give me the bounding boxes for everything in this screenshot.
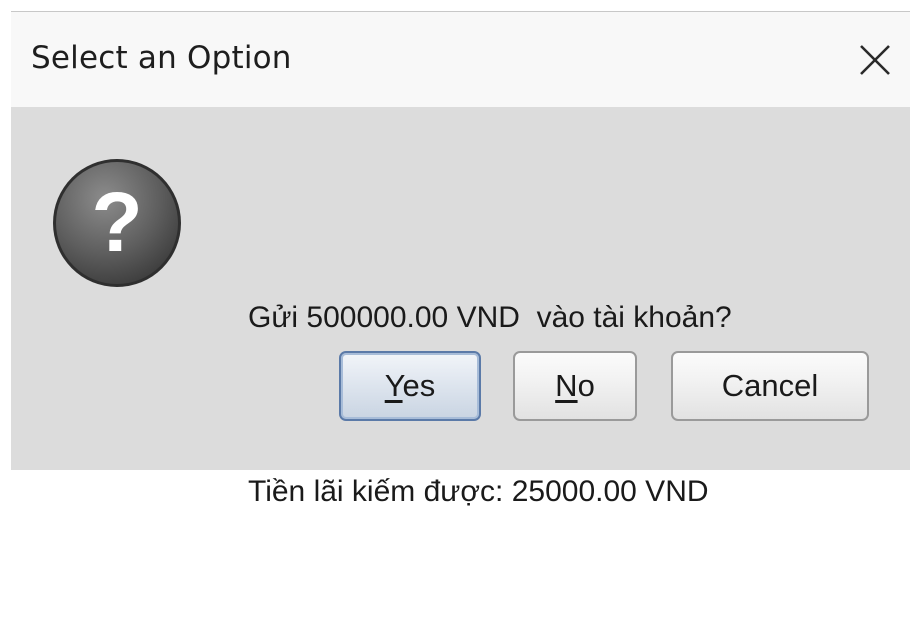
message-line: Tiền lãi kiếm được: 25000.00 VND bbox=[248, 475, 709, 508]
no-button[interactable]: No bbox=[513, 351, 637, 421]
cancel-button[interactable]: Cancel bbox=[671, 351, 869, 421]
no-button-label: No bbox=[555, 368, 595, 403]
message-text: Gửi 500000.00 VND vào tài khoản? Tiền lã… bbox=[248, 173, 732, 637]
question-glyph: ? bbox=[91, 175, 142, 269]
dialog-title: Select an Option bbox=[31, 40, 292, 76]
message-line: Gửi 500000.00 VND vào tài khoản? bbox=[248, 301, 732, 334]
close-icon bbox=[860, 45, 890, 75]
option-dialog: Select an Option ? Gửi 500000.00 VND vào… bbox=[11, 12, 910, 508]
question-icon: ? bbox=[53, 159, 181, 287]
yes-button[interactable]: Yes bbox=[339, 351, 481, 421]
yes-button-label: Yes bbox=[384, 368, 436, 403]
title-bar: Select an Option bbox=[11, 12, 910, 107]
cancel-button-label: Cancel bbox=[721, 368, 819, 403]
dialog-body: ? Gửi 500000.00 VND vào tài khoản? Tiền … bbox=[11, 107, 910, 508]
close-button[interactable] bbox=[847, 32, 903, 88]
